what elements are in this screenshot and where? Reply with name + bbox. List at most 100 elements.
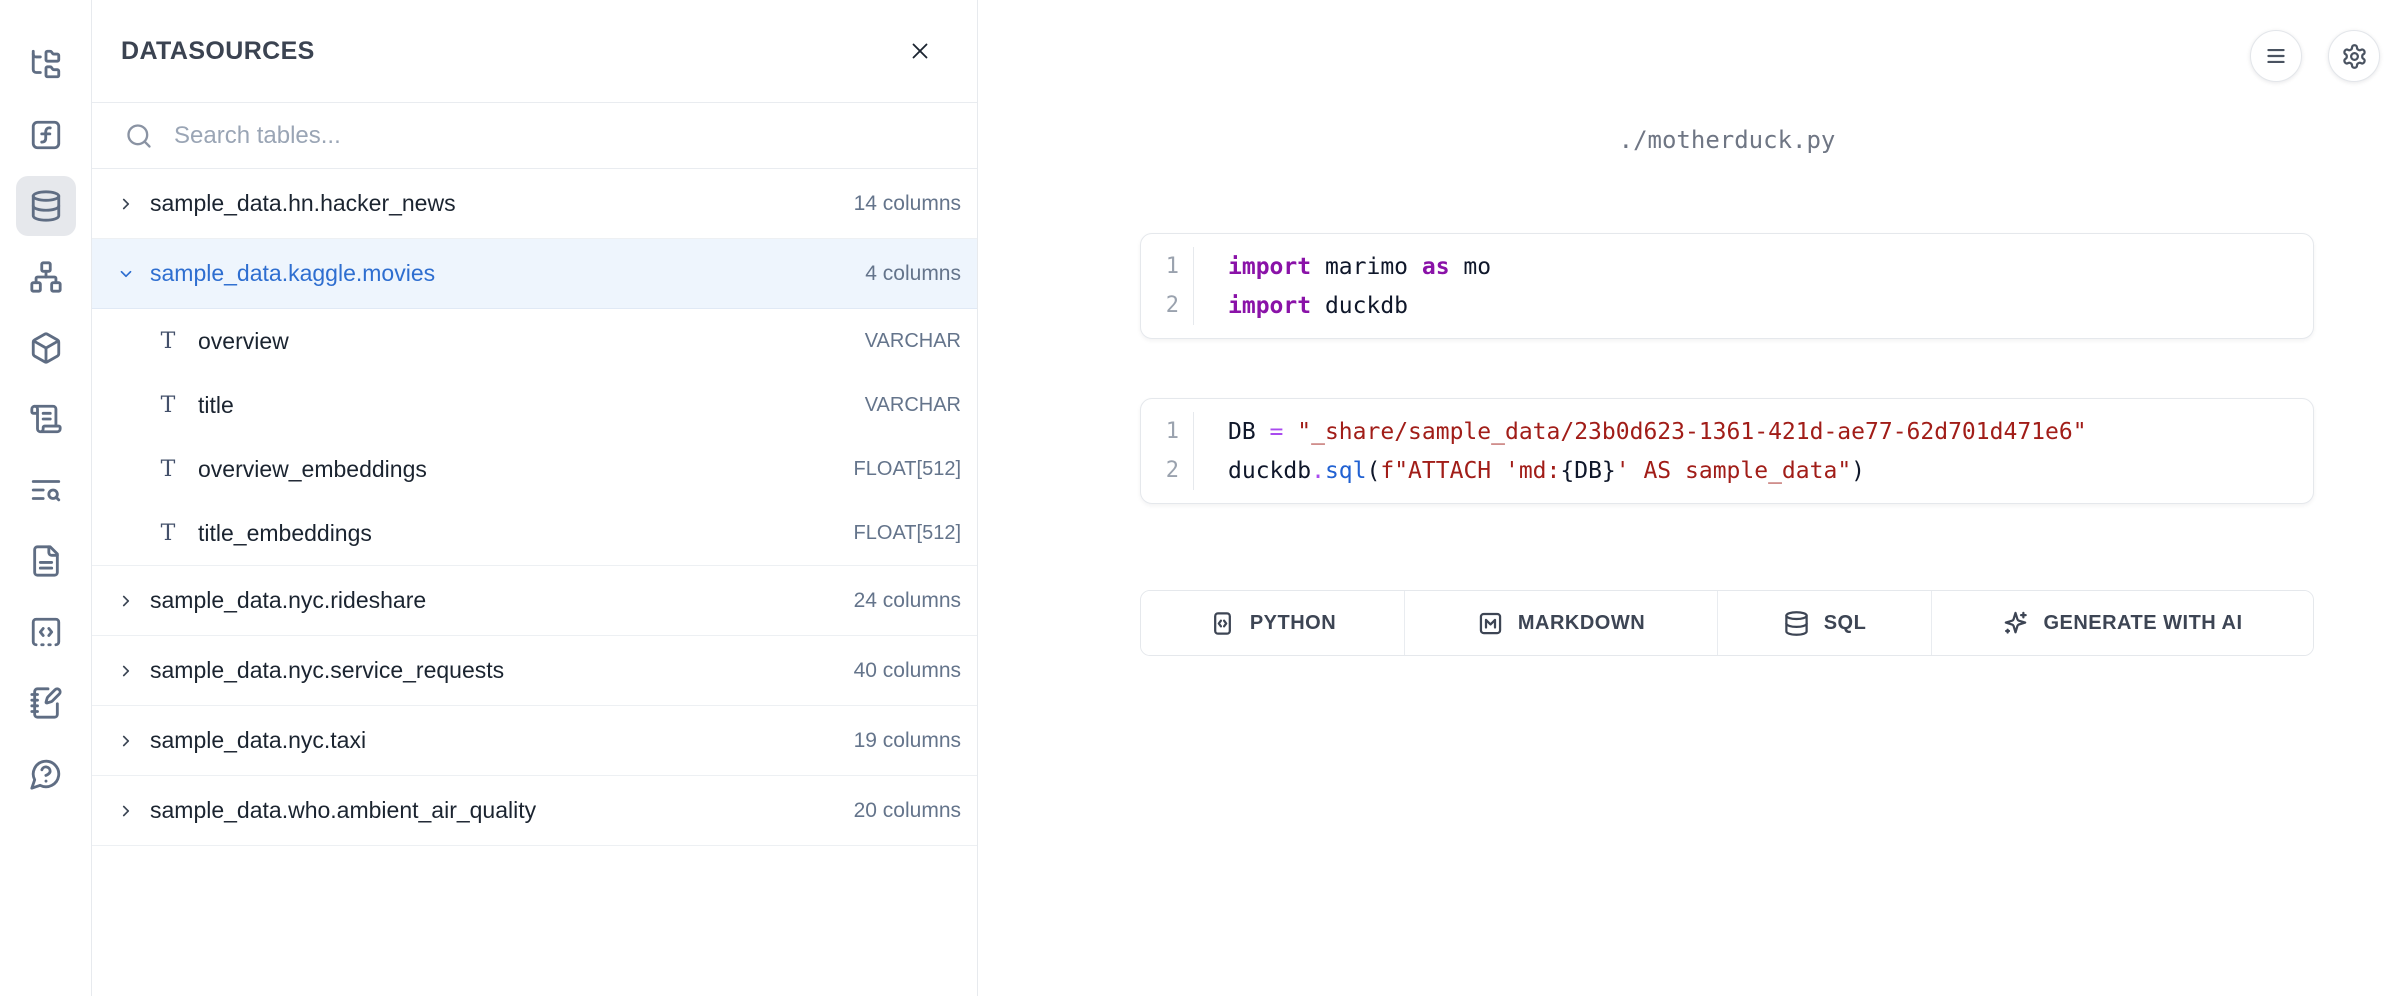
code-token: ) bbox=[1851, 458, 1865, 484]
add-cell-label: PYTHON bbox=[1250, 612, 1336, 635]
add-cell-markdown-button[interactable]: MARKDOWN bbox=[1405, 591, 1718, 655]
column-datatype: VARCHAR bbox=[865, 330, 961, 353]
panel-header: DATASOURCES bbox=[92, 0, 977, 103]
column-name: overview_embeddings bbox=[198, 456, 427, 483]
code-token: marimo bbox=[1311, 254, 1422, 280]
code-token: . bbox=[1311, 458, 1325, 484]
code-content[interactable]: duckdb.sql(f"ATTACH 'md:{DB}' AS sample_… bbox=[1193, 451, 1865, 490]
sidebar-item-dependency-graph[interactable] bbox=[16, 247, 76, 307]
code-token: ( bbox=[1367, 458, 1381, 484]
add-cell-generate-ai-button[interactable]: GENERATE WITH AI bbox=[1932, 591, 2313, 655]
column-type-icon: T bbox=[158, 329, 178, 354]
code-token bbox=[1283, 419, 1297, 445]
file-tree-icon bbox=[29, 47, 63, 81]
notebook-filename: ./motherduck.py bbox=[1140, 126, 2314, 154]
help-bubble-icon bbox=[29, 757, 63, 791]
add-cell-label: MARKDOWN bbox=[1518, 612, 1645, 635]
cell-2[interactable]: 1 DB = "_share/sample_data/23b0d623-1361-… bbox=[1140, 398, 2314, 504]
list-search-icon bbox=[29, 473, 63, 507]
chevron-right-icon bbox=[117, 802, 135, 820]
column-row[interactable]: Ttitle_embeddings FLOAT[512] bbox=[92, 501, 977, 565]
sidebar-item-file-explorer[interactable] bbox=[16, 34, 76, 94]
code-token: = bbox=[1270, 419, 1284, 445]
table-row[interactable]: sample_data.who.ambient_air_quality 20 co… bbox=[92, 776, 977, 846]
tables-list: sample_data.hn.hacker_news14 columnssamp… bbox=[92, 169, 977, 846]
table-column-count: 19 columns bbox=[854, 729, 961, 753]
table-row[interactable]: sample_data.hn.hacker_news14 columns bbox=[92, 169, 977, 239]
table-column-count: 14 columns bbox=[854, 192, 961, 216]
table-row[interactable]: sample_data.kaggle.movies 4 columns bbox=[92, 239, 977, 309]
search-input[interactable] bbox=[174, 122, 854, 150]
add-cell-sql-button[interactable]: SQL bbox=[1718, 591, 1932, 655]
column-name: title bbox=[198, 392, 234, 419]
close-icon bbox=[907, 38, 933, 64]
column-name: title_embeddings bbox=[198, 520, 372, 547]
sparkles-icon bbox=[2002, 610, 2029, 637]
cell-1[interactable]: 1import marimo as mo2import duckdb bbox=[1140, 233, 2314, 339]
table-name: sample_data.kaggle.movies bbox=[150, 260, 435, 287]
table-row[interactable]: sample_data.nyc.service_requests40 colum… bbox=[92, 636, 977, 706]
settings-button[interactable] bbox=[2328, 30, 2380, 82]
sidebar-item-snippets[interactable] bbox=[16, 602, 76, 662]
icon-rail bbox=[0, 0, 92, 996]
table-name: sample_data.nyc.service_requests bbox=[150, 657, 504, 684]
notebook-pen-icon bbox=[29, 686, 63, 720]
sidebar-item-scratchpad[interactable] bbox=[16, 673, 76, 733]
table-column-count: 24 columns bbox=[854, 589, 961, 613]
code-content[interactable]: import marimo as mo bbox=[1193, 247, 1491, 286]
table-column-count: 4 columns bbox=[865, 262, 961, 286]
code-dashed-icon bbox=[29, 615, 63, 649]
database-icon bbox=[29, 189, 63, 223]
add-cell-label: GENERATE WITH AI bbox=[2043, 612, 2242, 635]
menu-button[interactable] bbox=[2250, 30, 2302, 82]
column-row[interactable]: Toverview_embeddingsFLOAT[512] bbox=[92, 437, 977, 501]
chevron-right-icon bbox=[117, 662, 135, 680]
close-panel-button[interactable] bbox=[907, 38, 933, 64]
add-cell-bar: PYTHON MARKDOWN SQL GENERATE WITH AI bbox=[1140, 590, 2314, 656]
table-name: sample_data.nyc.taxi bbox=[150, 727, 366, 754]
markdown-square-icon bbox=[1477, 610, 1504, 637]
code-token: import bbox=[1228, 254, 1311, 280]
code-content[interactable]: import duckdb bbox=[1193, 286, 1408, 325]
network-icon bbox=[29, 260, 63, 294]
code-line: 1 import marimo as mo bbox=[1141, 247, 2313, 286]
column-datatype: FLOAT[512] bbox=[854, 522, 961, 545]
column-type-icon: T bbox=[158, 457, 178, 482]
column-row[interactable]: Ttitle VARCHAR bbox=[92, 373, 977, 437]
column-type-icon: T bbox=[158, 393, 178, 418]
code-line: 2import duckdb bbox=[1141, 286, 2313, 325]
panel-title: DATASOURCES bbox=[121, 37, 315, 66]
sidebar-item-logs[interactable] bbox=[16, 389, 76, 449]
add-cell-python-button[interactable]: PYTHON bbox=[1141, 591, 1405, 655]
chevron-right-icon bbox=[117, 195, 135, 213]
code-token: duckdb bbox=[1311, 293, 1408, 319]
code-token: import bbox=[1228, 293, 1311, 319]
square-function-icon bbox=[29, 118, 63, 152]
code-square-icon bbox=[1209, 610, 1236, 637]
sidebar-item-datasources[interactable] bbox=[16, 176, 76, 236]
column-datatype: VARCHAR bbox=[865, 394, 961, 417]
table-name: sample_data.who.ambient_air_quality bbox=[150, 797, 536, 824]
code-line: 1 DB = "_share/sample_data/23b0d623-1361-… bbox=[1141, 412, 2313, 451]
sidebar-item-tracing[interactable] bbox=[16, 460, 76, 520]
code-content[interactable]: DB = "_share/sample_data/23b0d623-1361-4… bbox=[1193, 412, 2087, 451]
table-column-count: 20 columns bbox=[854, 799, 961, 823]
code-token: as bbox=[1422, 254, 1450, 280]
code-token: mo bbox=[1450, 254, 1492, 280]
table-row[interactable]: sample_data.nyc.taxi 19 columns bbox=[92, 706, 977, 776]
line-number: 1 bbox=[1141, 254, 1179, 279]
chevron-right-icon bbox=[117, 592, 135, 610]
code-token: {DB} bbox=[1560, 458, 1615, 484]
search-row bbox=[92, 103, 977, 169]
sidebar-item-documentation[interactable] bbox=[16, 531, 76, 591]
sidebar-item-variables[interactable] bbox=[16, 105, 76, 165]
table-row[interactable]: sample_data.nyc.rideshare24 columns bbox=[92, 566, 977, 636]
column-type-icon: T bbox=[158, 521, 178, 546]
sidebar-item-help[interactable] bbox=[16, 744, 76, 804]
search-icon bbox=[125, 122, 153, 150]
code-token: DB bbox=[1228, 419, 1270, 445]
column-row[interactable]: ToverviewVARCHAR bbox=[92, 309, 977, 373]
line-number: 1 bbox=[1141, 419, 1179, 444]
code-token: sql bbox=[1325, 458, 1367, 484]
sidebar-item-packages[interactable] bbox=[16, 318, 76, 378]
